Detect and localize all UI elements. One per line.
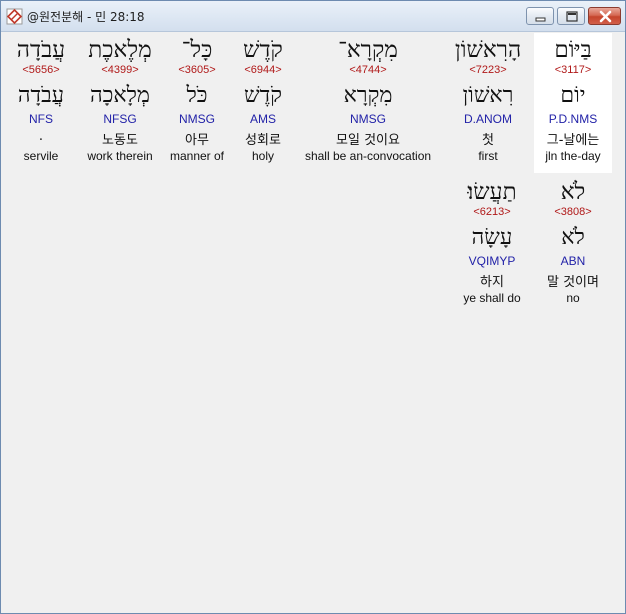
english-gloss: jln the-day bbox=[545, 149, 601, 163]
korean-gloss: 그-날에는 bbox=[546, 133, 600, 148]
morphology-code: NFSG bbox=[103, 112, 137, 126]
hebrew-word: תַעֲשׂוּ׃ bbox=[467, 179, 517, 205]
lexical-form: מְלָאכָה bbox=[90, 83, 150, 108]
word-cell[interactable]: בַּיּוֹם <3117> יוֹם P.D.NMS 그-날에는 jln t… bbox=[534, 33, 612, 173]
korean-gloss: . bbox=[38, 129, 44, 144]
korean-gloss: 하지 bbox=[480, 275, 504, 290]
morphology-code: D.ANOM bbox=[464, 112, 512, 126]
analysis-view: בַּיּוֹם <3117> יוֹם P.D.NMS 그-날에는 jln t… bbox=[2, 33, 624, 613]
word-cell[interactable]: קֹדֶשׁ <6944> קֹדֶשׁ AMS 성회로 holy bbox=[234, 33, 292, 173]
diamond-document-icon bbox=[6, 8, 23, 25]
hebrew-word: כָּל־ bbox=[181, 37, 213, 63]
strong-number: <3117> bbox=[554, 64, 592, 76]
korean-gloss: 모일 것이요 bbox=[336, 133, 400, 148]
word-cell[interactable]: הָרִאשׁוֹן <7223> רִאשׁוֹן D.ANOM 첫 firs… bbox=[448, 33, 528, 173]
korean-gloss: 아무 bbox=[185, 133, 209, 148]
english-gloss: ye shall do bbox=[463, 291, 521, 305]
lexical-form: לֹא bbox=[561, 225, 585, 250]
morphology-code: NFS bbox=[29, 112, 53, 126]
hebrew-word: לֹא bbox=[560, 179, 586, 205]
strong-number: <6213> bbox=[473, 206, 511, 218]
morphology-code: VQIMYP bbox=[468, 254, 516, 268]
strong-number: <3605> bbox=[178, 64, 216, 76]
minimize-icon bbox=[535, 17, 546, 22]
strong-number: <7223> bbox=[469, 64, 507, 76]
window-title: @원전분해 - 민 28:18 bbox=[27, 10, 145, 24]
hebrew-word: קֹדֶשׁ bbox=[243, 37, 283, 63]
hebrew-word: מִקְרָא־ bbox=[338, 37, 398, 63]
english-gloss: first bbox=[478, 149, 498, 163]
korean-gloss: 첫 bbox=[482, 133, 494, 148]
hebrew-word: עֲבֹדָה bbox=[16, 37, 66, 63]
english-gloss: no bbox=[566, 291, 580, 305]
maximize-button[interactable] bbox=[557, 7, 585, 25]
lexical-form: עָשָׂה bbox=[471, 225, 513, 250]
strong-number: <3808> bbox=[554, 206, 592, 218]
morphology-code: ABN bbox=[560, 254, 586, 268]
english-gloss: holy bbox=[251, 149, 274, 163]
lexical-form: מִקְרָא bbox=[343, 83, 393, 108]
strong-number: <4744> bbox=[349, 64, 387, 76]
english-gloss: manner of bbox=[169, 149, 225, 163]
english-gloss: servile bbox=[23, 149, 59, 163]
close-button[interactable] bbox=[588, 7, 621, 25]
close-icon bbox=[599, 10, 612, 23]
maximize-icon bbox=[566, 11, 578, 22]
title-bar[interactable]: @원전분해 - 민 28:18 bbox=[1, 1, 625, 32]
lexical-form: יוֹם bbox=[560, 83, 586, 108]
lexical-form: כֹּל bbox=[186, 83, 208, 108]
strong-number: <6944> bbox=[244, 64, 282, 76]
word-cell[interactable]: כָּל־ <3605> כֹּל NMSG 아무 manner of bbox=[164, 33, 230, 173]
english-gloss: work therein bbox=[87, 149, 153, 163]
english-gloss: shall be an-convocation bbox=[304, 149, 432, 163]
strong-number: <4399> bbox=[101, 64, 139, 76]
morphology-code: NMSG bbox=[350, 112, 386, 126]
hebrew-word: בַּיּוֹם bbox=[554, 37, 592, 63]
hebrew-word: מְלֶאכֶת bbox=[88, 37, 152, 63]
morphology-code: AMS bbox=[249, 112, 276, 126]
word-cell[interactable]: מְלֶאכֶת <4399> מְלָאכָה NFSG 노동도 work t… bbox=[82, 33, 158, 173]
strong-number: <5656> bbox=[22, 64, 60, 76]
morphology-code: P.D.NMS bbox=[548, 112, 598, 126]
word-cell[interactable]: תַעֲשׂוּ׃ <6213> עָשָׂה VQIMYP 하지 ye sha… bbox=[454, 175, 530, 315]
word-cell[interactable]: מִקְרָא־ <4744> מִקְרָא NMSG 모일 것이요 shal… bbox=[298, 33, 438, 173]
korean-gloss: 성회로 bbox=[245, 133, 281, 148]
word-cell[interactable]: עֲבֹדָה <5656> עֲבֹדָה NFS . servile bbox=[6, 33, 76, 173]
word-cell[interactable]: לֹא <3808> לֹא ABN 말 것이며 no bbox=[534, 175, 612, 315]
hebrew-word: הָרִאשׁוֹן bbox=[454, 37, 522, 63]
lexical-form: עֲבֹדָה bbox=[17, 83, 65, 108]
korean-gloss: 노동도 bbox=[102, 133, 138, 148]
korean-gloss: 말 것이며 bbox=[547, 275, 599, 290]
morphology-code: NMSG bbox=[179, 112, 215, 126]
lexical-form: קֹדֶשׁ bbox=[244, 83, 282, 108]
lexical-form: רִאשׁוֹן bbox=[462, 83, 514, 108]
minimize-button[interactable] bbox=[526, 7, 554, 25]
app-window: @원전분해 - 민 28:18 בַּיּוֹם <3117> יוֹם P.D… bbox=[0, 0, 626, 614]
